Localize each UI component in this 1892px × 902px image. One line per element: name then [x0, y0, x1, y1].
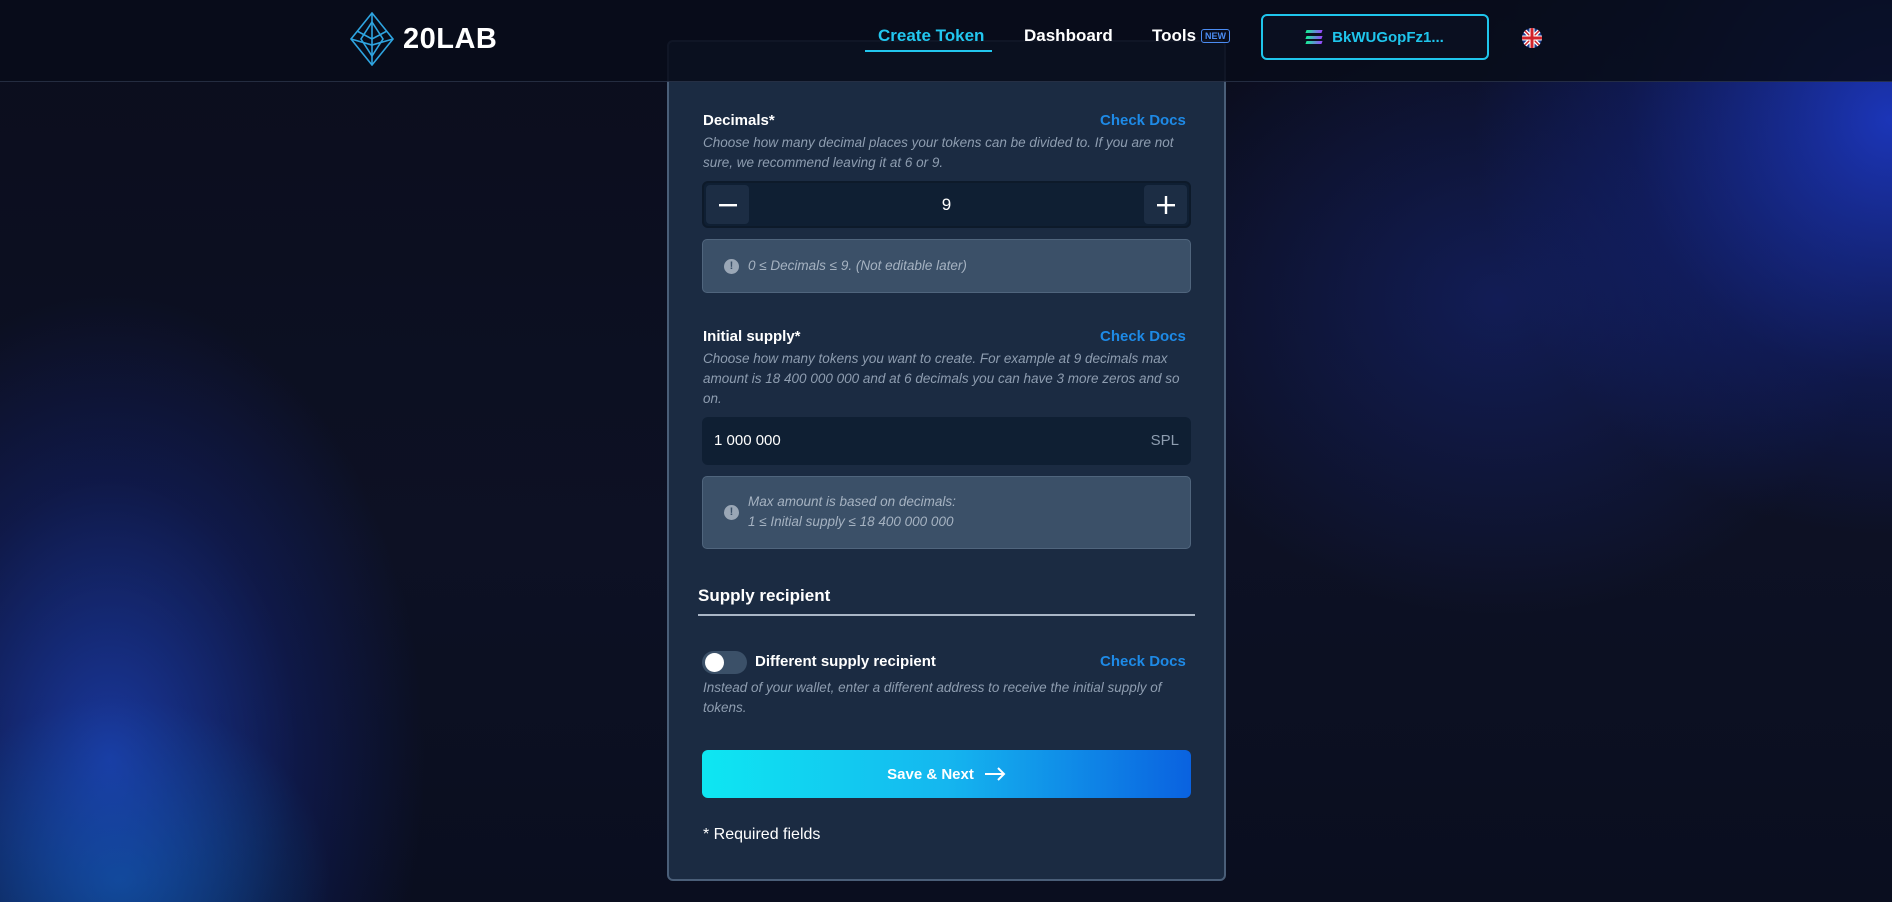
- initial-supply-value[interactable]: 1 000 000: [714, 432, 781, 449]
- initial-supply-info-line2: 1 ≤ Initial supply ≤ 18 400 000 000: [748, 514, 954, 529]
- decimals-label: Decimals*: [703, 112, 775, 129]
- minus-icon: [718, 203, 737, 206]
- logo-text: 20LAB: [403, 22, 498, 55]
- nav-create-token[interactable]: Create Token: [878, 26, 984, 46]
- uk-flag-icon[interactable]: [1522, 28, 1542, 48]
- required-fields-note: * Required fields: [703, 826, 821, 843]
- new-badge: NEW: [1201, 29, 1230, 43]
- save-and-next-label: Save & Next: [887, 765, 974, 783]
- info-icon: !: [724, 259, 739, 274]
- different-supply-recipient-label: Different supply recipient: [755, 653, 936, 670]
- supply-recipient-section-title: Supply recipient: [698, 586, 831, 605]
- arrow-right-icon: [984, 767, 1006, 781]
- supply-unit-label: SPL: [1150, 432, 1179, 449]
- top-navbar: 20LAB Create Token Dashboard Tools NEW B…: [0, 0, 1892, 82]
- initial-supply-info-line1: Max amount is based on decimals:: [748, 494, 956, 509]
- different-supply-recipient-toggle[interactable]: [702, 651, 747, 674]
- supply-recipient-description: Instead of your wallet, enter a differen…: [703, 680, 1162, 715]
- logo[interactable]: 20LAB: [349, 12, 497, 66]
- decrement-button[interactable]: [706, 185, 749, 224]
- decimals-stepper: 9: [702, 181, 1191, 228]
- decimals-info-box: ! 0 ≤ Decimals ≤ 9. (Not editable later): [702, 239, 1191, 293]
- decimals-description: Choose how many decimal places your toke…: [703, 135, 1174, 170]
- plus-icon: [1156, 195, 1175, 214]
- decimals-info-text: 0 ≤ Decimals ≤ 9. (Not editable later): [748, 258, 967, 273]
- toggle-knob: [705, 653, 724, 672]
- active-nav-indicator: [865, 50, 992, 52]
- initial-supply-description: Choose how many tokens you want to creat…: [703, 351, 1180, 406]
- save-and-next-button[interactable]: Save & Next: [702, 750, 1191, 798]
- nav-dashboard[interactable]: Dashboard: [1024, 26, 1113, 46]
- initial-supply-check-docs-link[interactable]: Check Docs: [1100, 328, 1186, 345]
- initial-supply-input[interactable]: 1 000 000 SPL: [702, 417, 1191, 465]
- section-divider: [698, 614, 1195, 616]
- decimals-check-docs-link[interactable]: Check Docs: [1100, 112, 1186, 129]
- wallet-button[interactable]: BkWUGopFz1...: [1261, 14, 1489, 60]
- decimals-value[interactable]: 9: [754, 183, 1139, 226]
- nav-tools[interactable]: Tools: [1152, 26, 1196, 46]
- logo-icon: [349, 12, 395, 66]
- initial-supply-label: Initial supply*: [703, 328, 801, 345]
- supply-recipient-check-docs-link[interactable]: Check Docs: [1100, 653, 1186, 670]
- info-icon: !: [724, 505, 739, 520]
- wallet-address: BkWUGopFz1...: [1332, 28, 1444, 46]
- initial-supply-info-box: ! Max amount is based on decimals: 1 ≤ I…: [702, 476, 1191, 549]
- solana-icon: [1305, 30, 1323, 44]
- increment-button[interactable]: [1144, 185, 1187, 224]
